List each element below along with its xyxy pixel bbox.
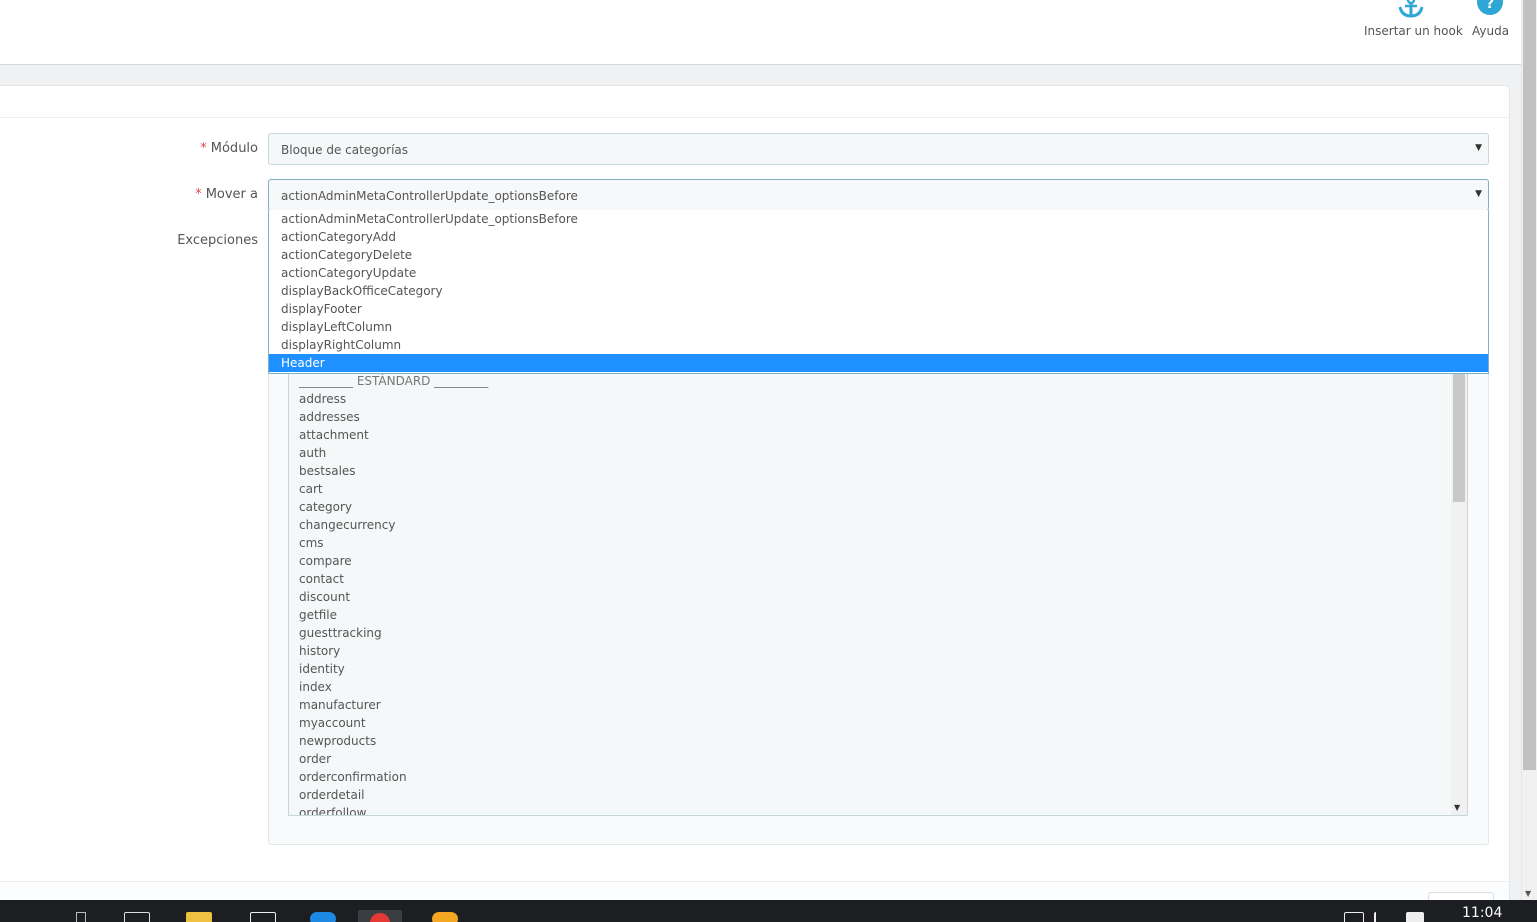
exceptions-group-header: _________ ESTÁNDARD _________ [299, 374, 489, 388]
task-view-icon[interactable] [124, 912, 150, 922]
move-to-dropdown-list: actionAdminMetaControllerUpdate_optionsB… [268, 210, 1489, 374]
active-app-highlight[interactable] [358, 910, 402, 922]
hook-option[interactable]: displayBackOfficeCategory [269, 282, 1488, 300]
move-to-select-value: actionAdminMetaControllerUpdate_optionsB… [281, 189, 578, 203]
exception-option[interactable]: myaccount [289, 714, 1467, 732]
exception-option[interactable]: orderfollow [289, 804, 1467, 815]
page-toolbar: Insertar un hook ? Ayuda [0, 0, 1521, 65]
exception-option[interactable]: address [289, 390, 1467, 408]
store-icon[interactable] [250, 912, 276, 922]
module-select[interactable]: Bloque de categorías ▼ [268, 133, 1489, 165]
required-marker: * [200, 141, 207, 156]
exception-option[interactable]: index [289, 678, 1467, 696]
hook-option[interactable]: displayRightColumn [269, 336, 1488, 354]
notification-icon[interactable] [1406, 912, 1424, 922]
search-icon[interactable] [76, 912, 86, 922]
scroll-down-arrow-icon[interactable]: ▼ [1525, 889, 1531, 898]
module-select-value: Bloque de categorías [281, 143, 409, 157]
move-to-field-label: * Mover a [195, 187, 258, 202]
help-button[interactable]: ? Ayuda [1470, 0, 1510, 38]
chevron-down-icon: ▼ [1475, 189, 1482, 199]
exceptions-field-label: Excepciones [177, 233, 258, 248]
svg-text:?: ? [1486, 0, 1494, 12]
help-label: Ayuda [1472, 24, 1510, 38]
hook-option[interactable]: displayFooter [269, 300, 1488, 318]
exception-option[interactable]: bestsales [289, 462, 1467, 480]
move-to-select[interactable]: actionAdminMetaControllerUpdate_optionsB… [268, 179, 1489, 211]
exceptions-scrollbar[interactable]: ▼ [1451, 372, 1467, 815]
taskbar-clock: 11:04 [1462, 905, 1503, 921]
exception-option[interactable]: attachment [289, 426, 1467, 444]
exception-option[interactable]: identity [289, 660, 1467, 678]
hook-option[interactable]: displayLeftColumn [269, 318, 1488, 336]
panel-heading [0, 86, 1509, 118]
exception-option[interactable]: changecurrency [289, 516, 1467, 534]
exception-option[interactable]: history [289, 642, 1467, 660]
chrome-browser-icon [370, 913, 390, 922]
module-field-label: * Módulo [200, 141, 258, 156]
exception-option[interactable]: guesttracking [289, 624, 1467, 642]
volume-icon[interactable] [1374, 912, 1392, 922]
exception-option[interactable]: getfile [289, 606, 1467, 624]
hook-option[interactable]: actionAdminMetaControllerUpdate_optionsB… [269, 210, 1488, 228]
exception-option[interactable]: orderdetail [289, 786, 1467, 804]
page-scrollbar[interactable]: ▼ [1521, 0, 1537, 900]
exception-option[interactable]: cart [289, 480, 1467, 498]
hook-option[interactable]: Header [269, 354, 1488, 372]
edge-browser-icon[interactable] [310, 912, 336, 922]
chevron-down-icon: ▼ [1475, 143, 1482, 153]
network-icon[interactable] [1344, 912, 1364, 922]
exception-option[interactable]: cms [289, 534, 1467, 552]
exceptions-multiselect[interactable]: _________ ESTÁNDARD _________ address add… [288, 372, 1468, 816]
anchor-icon [1396, 0, 1426, 20]
exception-option[interactable]: compare [289, 552, 1467, 570]
exception-option[interactable]: addresses [289, 408, 1467, 426]
os-taskbar: 11:04 [0, 900, 1537, 922]
exception-option[interactable]: category [289, 498, 1467, 516]
exception-option[interactable]: order [289, 750, 1467, 768]
folder-icon[interactable] [186, 912, 212, 922]
hook-option[interactable]: actionCategoryUpdate [269, 264, 1488, 282]
scrollbar-thumb[interactable] [1453, 374, 1465, 502]
page-scrollbar-thumb[interactable] [1523, 0, 1536, 770]
hook-option[interactable]: actionCategoryDelete [269, 246, 1488, 264]
exception-option[interactable]: contact [289, 570, 1467, 588]
exception-option[interactable]: discount [289, 588, 1467, 606]
insert-hook-button[interactable]: Insertar un hook [1364, 0, 1463, 38]
insert-hook-label: Insertar un hook [1364, 24, 1463, 38]
hook-option[interactable]: actionCategoryAdd [269, 228, 1488, 246]
exception-option[interactable]: manufacturer [289, 696, 1467, 714]
exception-option[interactable]: auth [289, 444, 1467, 462]
exception-option[interactable]: newproducts [289, 732, 1467, 750]
required-marker: * [195, 187, 202, 202]
scroll-down-arrow-icon[interactable]: ▼ [1454, 803, 1460, 812]
help-icon: ? [1475, 0, 1505, 20]
exception-option[interactable]: orderconfirmation [289, 768, 1467, 786]
app-icon[interactable] [432, 912, 458, 922]
